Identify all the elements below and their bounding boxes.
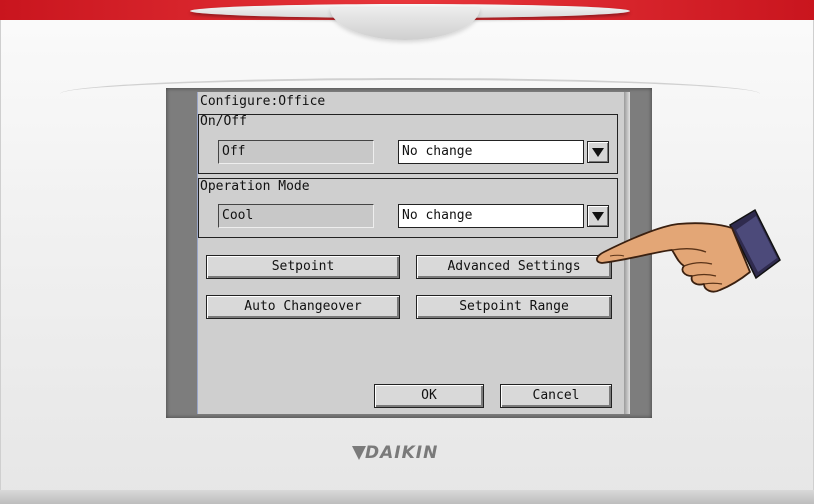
- on-off-current-value: Off: [218, 140, 374, 164]
- page-title: Configure:Office: [200, 94, 326, 109]
- ok-button[interactable]: OK: [374, 384, 484, 408]
- daikin-logo: DAIKIN: [365, 443, 439, 463]
- chevron-down-icon[interactable]: [587, 141, 609, 163]
- on-off-select[interactable]: No change: [398, 140, 584, 164]
- on-off-label: On/Off: [200, 114, 247, 129]
- daikin-logo-mark: [352, 446, 366, 460]
- pointing-hand-icon: [596, 208, 781, 293]
- auto-changeover-button[interactable]: Auto Changeover: [206, 295, 400, 319]
- operation-mode-current-value: Cool: [218, 204, 374, 228]
- bottom-edge: [0, 490, 814, 504]
- cancel-button[interactable]: Cancel: [500, 384, 612, 408]
- setpoint-button[interactable]: Setpoint: [206, 255, 400, 279]
- operation-mode-select[interactable]: No change: [398, 204, 584, 228]
- operation-mode-label: Operation Mode: [200, 179, 310, 194]
